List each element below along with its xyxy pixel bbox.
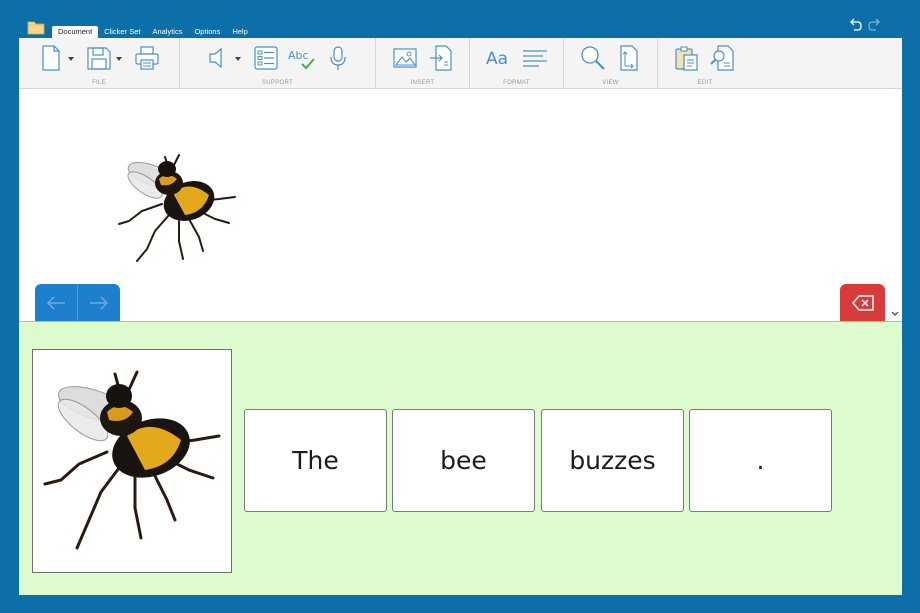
ribbon-group-view: VIEW — [564, 38, 658, 88]
arrow-left-icon — [46, 295, 65, 310]
find-replace-button[interactable] — [709, 43, 737, 73]
print-icon — [135, 46, 159, 70]
delete-button[interactable] — [840, 284, 885, 321]
bee-image — [43, 370, 221, 550]
save-button[interactable] — [85, 43, 122, 73]
insert-file-icon — [429, 45, 452, 71]
insert-image-button[interactable] — [391, 43, 419, 73]
tab-help[interactable]: Help — [226, 26, 253, 38]
clicker-grid: The bee buzzes . — [19, 321, 902, 595]
chevron-down-icon[interactable] — [116, 57, 122, 61]
group-label-file: FILE — [92, 80, 106, 86]
redo-icon[interactable] — [868, 18, 882, 32]
group-label-format: FORMAT — [503, 80, 530, 86]
paragraph-icon — [522, 50, 547, 67]
word-list-icon — [253, 46, 278, 70]
nav-arrows — [35, 284, 120, 321]
group-label-edit: EDIT — [697, 80, 713, 86]
word-cell-bee[interactable]: bee — [392, 409, 535, 512]
print-button[interactable] — [133, 43, 161, 73]
document-area[interactable] — [19, 89, 902, 321]
ribbon-group-file: FILE — [19, 38, 180, 88]
svg-text:Aa: Aa — [486, 49, 508, 69]
microphone-icon — [329, 46, 346, 70]
speech-button[interactable] — [204, 43, 241, 73]
word-list-button[interactable] — [252, 43, 280, 73]
paste-icon — [675, 46, 698, 71]
word-cell-buzzes[interactable]: buzzes — [541, 409, 684, 512]
arrow-right-icon — [90, 295, 109, 310]
new-document-button[interactable] — [37, 43, 74, 73]
new-document-icon — [42, 45, 60, 71]
group-label-view: VIEW — [602, 80, 619, 86]
speech-icon — [208, 47, 222, 69]
backspace-icon — [851, 294, 874, 311]
tab-options[interactable]: Options — [188, 26, 226, 38]
image-icon — [392, 48, 417, 68]
undo-redo-controls — [848, 18, 882, 32]
chevron-down-icon[interactable] — [68, 57, 74, 61]
chevron-down-icon[interactable] — [234, 57, 241, 61]
chevron-down-icon[interactable] — [891, 310, 899, 318]
save-icon — [87, 47, 111, 70]
previous-button[interactable] — [35, 284, 77, 321]
paragraph-button[interactable] — [521, 43, 549, 73]
undo-icon[interactable] — [848, 18, 862, 32]
zoom-button[interactable] — [579, 43, 607, 73]
font-button[interactable]: Aa — [485, 43, 513, 73]
spell-check-icon: Abc — [288, 49, 315, 70]
ribbon-group-format: Aa FORMAT — [470, 38, 564, 88]
bee-image — [118, 154, 236, 262]
folder-icon[interactable] — [27, 19, 45, 35]
microphone-button[interactable] — [324, 43, 352, 73]
tab-clicker-set[interactable]: Clicker Set — [98, 26, 146, 38]
insert-file-button[interactable] — [427, 43, 455, 73]
app-window: Document Clicker Set Analytics Options H… — [0, 0, 920, 613]
group-label-support: SUPPORT — [262, 80, 293, 86]
font-icon: Aa — [486, 49, 508, 69]
group-label-insert: INSERT — [410, 80, 435, 86]
ribbon-group-support: Abc SUPPORT — [180, 38, 376, 88]
ribbon-group-insert: INSERT — [376, 38, 470, 88]
ribbon-toolbar: FILE Abc SUPPORT INSERT Aa FORMAT VIEW E… — [19, 38, 902, 89]
tab-document[interactable]: Document — [52, 26, 99, 38]
picture-cell[interactable] — [32, 349, 232, 573]
word-cell-period[interactable]: . — [689, 409, 832, 512]
menu-tabs: Document Clicker Set Analytics Options H… — [52, 26, 254, 38]
zoom-icon — [580, 46, 605, 70]
page-size-icon — [619, 45, 638, 71]
tab-analytics[interactable]: Analytics — [146, 26, 188, 38]
paste-button[interactable] — [673, 43, 701, 73]
spell-check-button[interactable]: Abc — [288, 43, 316, 73]
ribbon-group-edit: EDIT — [658, 38, 752, 88]
svg-text:Abc: Abc — [288, 49, 309, 62]
next-button[interactable] — [77, 284, 120, 321]
find-replace-icon — [710, 45, 734, 71]
page-size-button[interactable] — [615, 43, 643, 73]
word-cell-the[interactable]: The — [244, 409, 387, 512]
